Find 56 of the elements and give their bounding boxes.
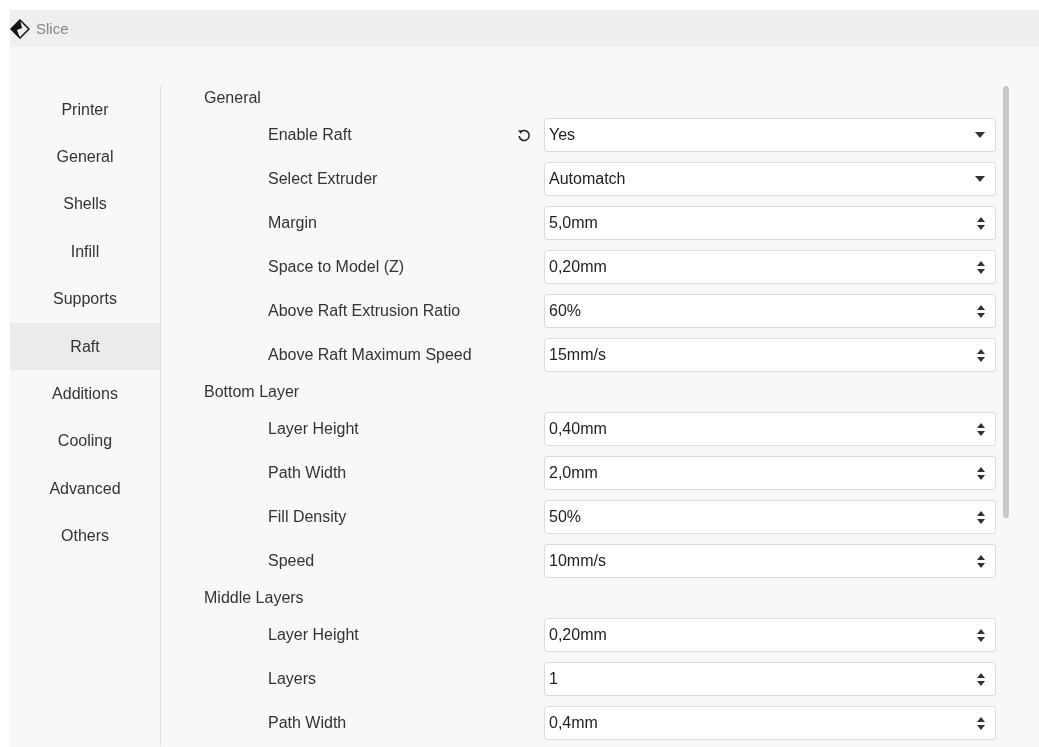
dropdown-arrow-icon [975, 132, 985, 138]
spin-arrows-icon [977, 422, 985, 436]
spin-box[interactable]: 0,20mm [544, 250, 996, 284]
setting-label: Layer Height [268, 626, 360, 644]
sidebar-item[interactable]: Printer [10, 86, 160, 134]
window-title: Slice [36, 20, 69, 37]
spin-box[interactable]: 15mm/s [544, 338, 996, 372]
spin-arrows-icon [977, 348, 985, 362]
dropdown[interactable]: Automatch [544, 162, 996, 196]
dropdown-arrow-icon [975, 176, 985, 182]
reset-icon[interactable] [517, 128, 531, 142]
sidebar-item[interactable]: Advanced [10, 465, 160, 513]
spin-arrows-icon [977, 304, 985, 318]
spin-box[interactable]: 10mm/s [544, 544, 996, 578]
setting-label: Enable Raft [268, 126, 353, 144]
sidebar-item[interactable]: Infill [10, 228, 160, 276]
setting-label: Fill Density [268, 508, 348, 526]
spin-arrows-icon [977, 216, 985, 230]
spin-arrows-icon [977, 672, 985, 686]
section-heading: Bottom Layer [204, 382, 301, 402]
spin-box[interactable]: 0,20mm [544, 618, 996, 652]
setting-label: Path Width [268, 714, 348, 732]
setting-label: Select Extruder [268, 170, 379, 188]
sidebar-item[interactable]: Cooling [10, 417, 160, 466]
spin-box[interactable]: 0,4mm [544, 706, 996, 740]
logo-icon [10, 18, 30, 39]
section-heading: Middle Layers [204, 588, 305, 608]
setting-label: Speed [268, 552, 316, 570]
sidebar-item[interactable]: Others [10, 512, 160, 560]
sidebar-item[interactable]: General [10, 133, 160, 181]
spin-arrows-icon [977, 510, 985, 524]
setting-label: Above Raft Extrusion Ratio [268, 302, 462, 320]
section-heading: General [204, 88, 262, 108]
sidebar-item[interactable]: Shells [10, 180, 160, 229]
spin-arrows-icon [977, 260, 985, 274]
setting-label: Layers [268, 670, 318, 688]
setting-label: Above Raft Maximum Speed [268, 346, 473, 364]
sidebar-item[interactable]: Additions [10, 370, 160, 418]
dropdown[interactable]: Yes [544, 118, 996, 152]
spin-box[interactable]: 50% [544, 500, 996, 534]
spin-box[interactable]: 60% [544, 294, 996, 328]
spin-arrows-icon [977, 466, 985, 480]
setting-label: Layer Height [268, 420, 360, 438]
spin-box[interactable]: 2,0mm [544, 456, 996, 490]
spin-box[interactable]: 1 [544, 662, 996, 696]
spin-arrows-icon [977, 716, 985, 730]
setting-label: Margin [268, 214, 318, 232]
spin-box[interactable]: 5,0mm [544, 206, 996, 240]
sidebar-item[interactable]: Supports [10, 275, 160, 323]
sidebar-item[interactable]: Raft [10, 322, 160, 371]
setting-label: Space to Model (Z) [268, 258, 406, 276]
scrollbar-thumb[interactable] [1003, 86, 1009, 518]
spin-arrows-icon [977, 554, 985, 568]
spin-arrows-icon [977, 628, 985, 642]
setting-label: Path Width [268, 464, 348, 482]
spin-box[interactable]: 0,40mm [544, 412, 996, 446]
